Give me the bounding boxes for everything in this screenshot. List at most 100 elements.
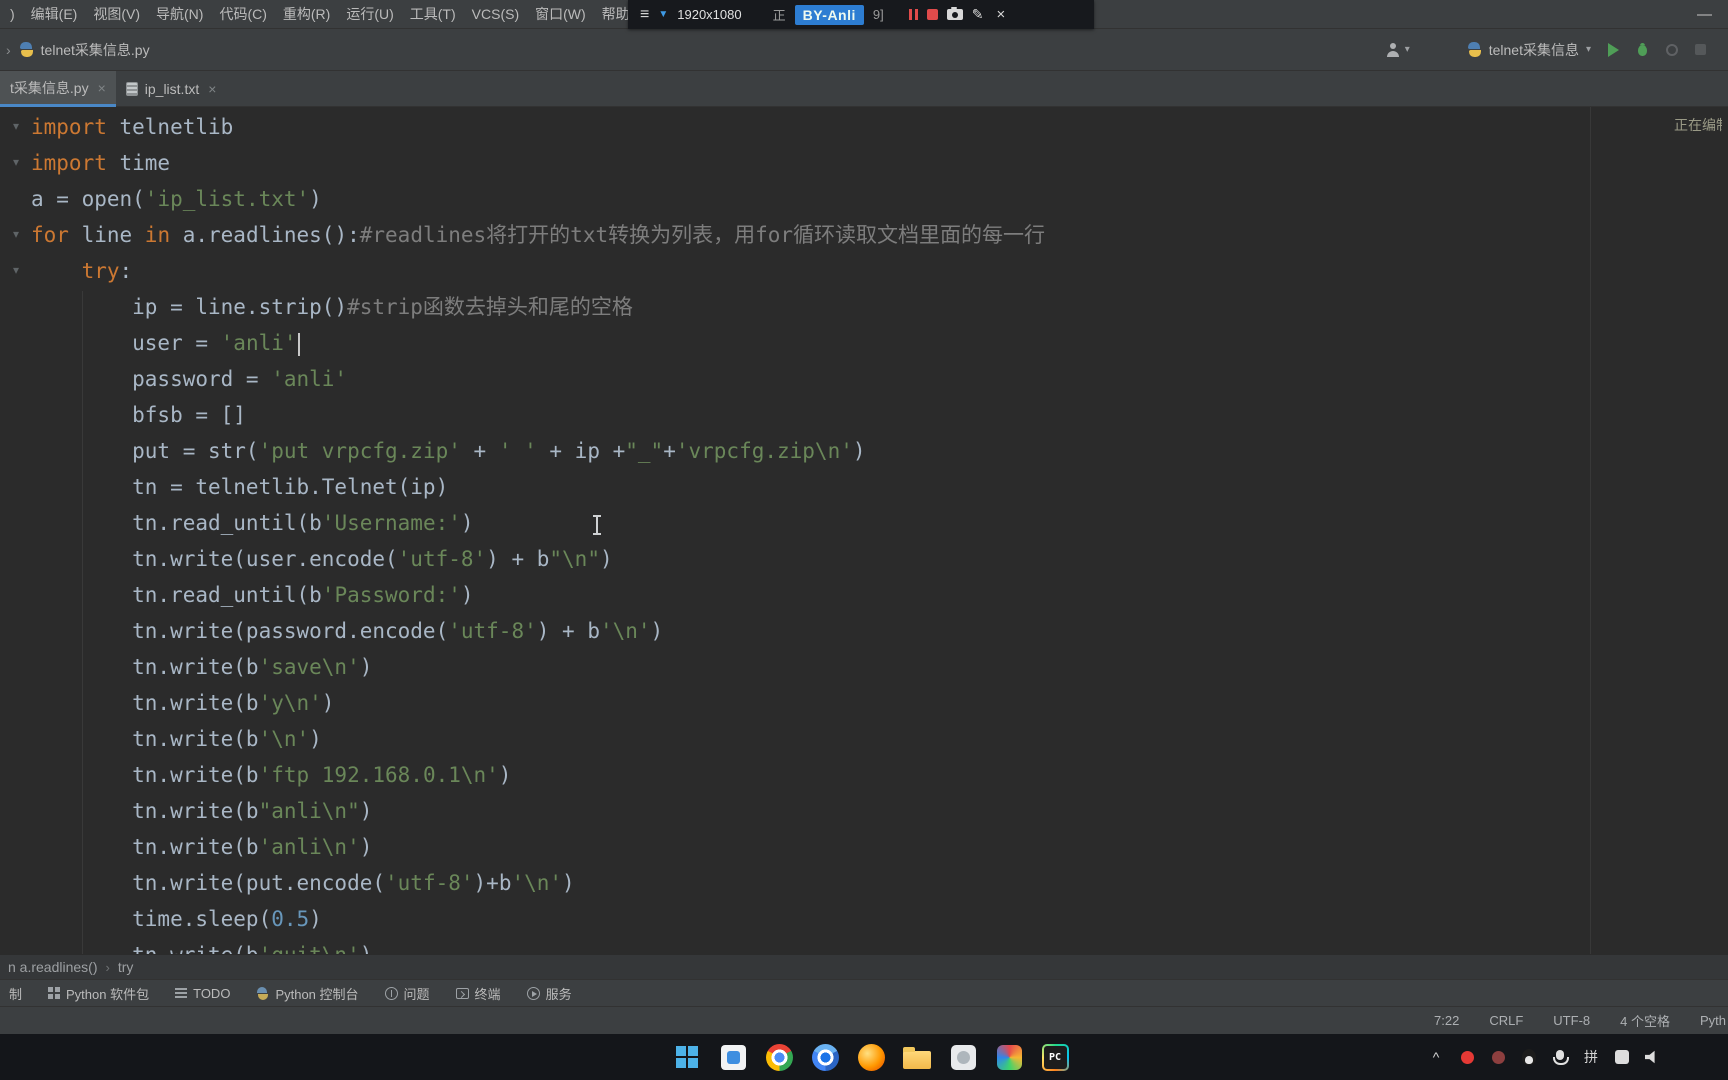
code-line[interactable]: tn.write(b"anli\n") [31,793,1045,829]
taskbar-pycharm-icon[interactable]: PC [1040,1040,1070,1074]
code-line[interactable]: tn.write(b'save\n') [31,649,1045,685]
menu-item[interactable]: 导航(N) [148,0,211,28]
tray-expand-icon[interactable]: ^ [1428,1049,1444,1065]
status-caret-position[interactable]: 7:22 [1434,1013,1459,1028]
tool-window-problems[interactable]: 问题 [384,984,430,1003]
fold-marker-icon[interactable]: ▾ [8,264,24,276]
run-button[interactable] [1608,42,1619,57]
ime-pinyin-indicator[interactable]: 拼 [1583,1047,1599,1067]
menu-item[interactable]: 运行(U) [338,0,401,28]
menu-item[interactable]: 工具(T) [402,0,464,28]
code-line[interactable]: tn.write(put.encode('utf-8')+b'\n') [31,865,1045,901]
taskbar-app-icon-2[interactable] [994,1040,1024,1074]
code-line[interactable]: tn.write(b'ftp 192.168.0.1\n') [31,757,1045,793]
recorder-filename-field[interactable]: BY-Anli [794,4,864,25]
annotate-button[interactable]: ✎ [972,6,984,23]
tray-chip-icon[interactable] [1614,1050,1630,1064]
tab-close-icon[interactable]: × [208,81,216,97]
status-line-separator[interactable]: CRLF [1489,1013,1523,1028]
code-line[interactable]: a = open('ip_list.txt') [31,181,1045,217]
tray-mic-icon[interactable] [1552,1050,1569,1065]
recorder-menu-icon[interactable]: ≡ [640,6,649,23]
pause-recording-button[interactable] [908,9,918,20]
taskbar-chrome-icon[interactable] [764,1040,794,1074]
code-line[interactable]: try: [31,253,1045,289]
start-button[interactable] [672,1040,702,1074]
code-line[interactable]: tn = telnetlib.Telnet(ip) [31,469,1045,505]
stop-recording-button[interactable] [926,9,938,20]
code-line[interactable]: password = 'anli' [31,361,1045,397]
code-line[interactable]: tn.write(b'anli\n') [31,829,1045,865]
code-line[interactable]: tn.write(password.encode('utf-8') + b'\n… [31,613,1045,649]
tray-app-dot-icon[interactable] [1490,1050,1506,1064]
code-line[interactable]: import time [31,145,1045,181]
tool-window-version-control[interactable]: 制 [9,984,22,1003]
minimize-button[interactable]: — [1697,0,1712,29]
menu-item[interactable]: 视图(V) [85,0,148,28]
text-file-icon [125,82,138,96]
tab-close-icon[interactable]: × [98,80,106,96]
tool-window-terminal[interactable]: 终端 [455,984,501,1003]
code-line[interactable]: tn.write(b'y\n') [31,685,1045,721]
code-line[interactable]: time.sleep(0.5) [31,901,1045,937]
code-line[interactable]: ip = line.strip()#strip函数去掉头和尾的空格 [31,289,1045,325]
code-line[interactable]: bfsb = [] [31,397,1045,433]
taskbar-app-icon-1[interactable] [948,1040,978,1074]
code-line[interactable]: user = 'anli' [31,325,1045,361]
tray-record-icon[interactable] [1459,1050,1475,1064]
tray-app-dot-icon-glyph [1491,1050,1505,1064]
code-line[interactable]: tn.write(b'\n') [31,721,1045,757]
code-line[interactable]: tn.write(user.encode('utf-8') + b"\n") [31,541,1045,577]
menu-item[interactable]: ) [2,0,23,28]
code-segment: '\n' [511,871,563,895]
fold-marker-icon[interactable]: ▾ [8,120,24,132]
menu-item[interactable]: 编辑(E) [23,0,86,28]
tool-window-python-packages[interactable]: Python 软件包 [48,984,149,1003]
recorder-pin-icon[interactable]: ▼ [658,9,668,20]
menu-item[interactable]: 重构(R) [275,0,338,28]
breadcrumb-item[interactable]: n a.readlines() [8,959,98,975]
breadcrumb-item[interactable]: try [118,959,134,975]
tray-penguin-icon[interactable] [1521,1049,1537,1065]
menu-item[interactable]: 窗口(W) [527,0,594,28]
code-line[interactable]: import telnetlib [31,109,1045,145]
breadcrumb-file-name[interactable]: telnet采集信息.py [41,40,150,60]
code-line[interactable]: put = str('put vrpcfg.zip' + ' ' + ip +"… [31,433,1045,469]
code-line[interactable]: tn.write(b'quit\n') [31,937,1045,954]
stop-button[interactable] [1695,44,1706,55]
menu-item[interactable]: 代码(C) [211,0,274,28]
fold-marker-icon[interactable]: ▾ [8,156,24,168]
code-segment: 'put vrpcfg.zip' [258,439,461,463]
editor-tab[interactable]: t采集信息.py × [0,71,116,107]
fold-marker-icon[interactable]: ▾ [8,228,24,240]
code-segment: "\n" [549,547,600,571]
taskbar-save-app-icon[interactable] [718,1040,748,1074]
code-line[interactable]: tn.read_until(b'Username:') [31,505,1045,541]
taskbar-icons: PC [672,1034,1070,1080]
screenshot-button[interactable] [946,7,963,20]
editor-tab[interactable]: ip_list.txt × [116,71,227,107]
editor[interactable]: ▾ ▾ ▾ ▾ import telnetlib import time a = open… [0,107,1728,954]
tool-window-todo[interactable]: TODO [175,986,230,1001]
code-segment: tn.write(password.encode( [31,619,449,643]
python-console-icon [256,986,269,1000]
debug-button[interactable] [1636,42,1649,57]
tray-speaker-icon[interactable] [1645,1050,1661,1064]
tool-window-services[interactable]: 服务 [526,984,572,1003]
taskbar-explorer-icon[interactable] [902,1040,932,1074]
code-segment: ) [650,619,664,643]
code-segment: 'y\n' [258,691,322,715]
status-indent-style[interactable]: 4 个空格 [1620,1011,1670,1030]
menu-item[interactable]: VCS(S) [464,0,527,28]
status-interpreter[interactable]: Pyth [1700,1013,1726,1028]
taskbar-chromium-icon[interactable] [810,1040,840,1074]
taskbar-firefox-icon[interactable] [856,1040,886,1074]
code-line[interactable]: for line in a.readlines():#readlines将打开的… [31,217,1045,253]
user-menu[interactable]: ▾ [1385,42,1410,58]
run-configuration-selector[interactable]: telnet采集信息 ▾ [1467,40,1591,60]
status-file-encoding[interactable]: UTF-8 [1553,1013,1590,1028]
profiler-button[interactable] [1666,43,1678,56]
code-line[interactable]: tn.read_until(b'Password:') [31,577,1045,613]
tool-window-python-console[interactable]: Python 控制台 [256,984,359,1003]
recorder-close-button[interactable]: × [996,6,1005,23]
